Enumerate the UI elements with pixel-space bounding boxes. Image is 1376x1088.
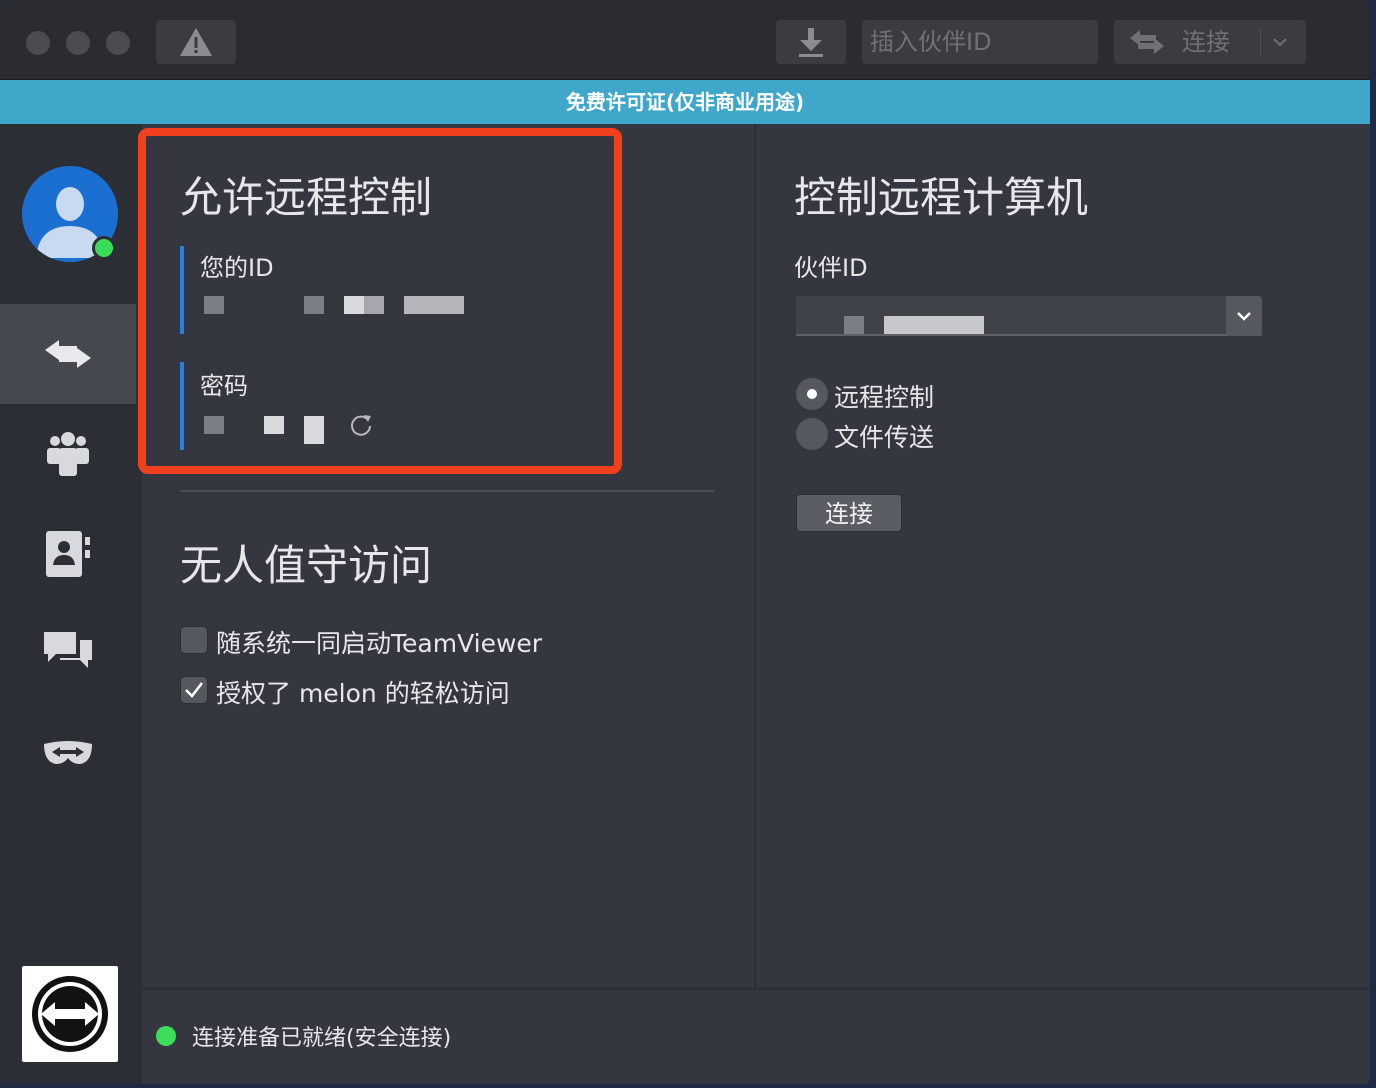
sidebar-item-meeting[interactable] (0, 404, 136, 504)
license-banner: 免费许可证(仅非商业用途) (0, 80, 1370, 124)
sidebar-item-remote-control[interactable] (0, 304, 136, 404)
group-icon (47, 432, 89, 476)
ar-glasses-icon (44, 741, 92, 764)
unattended-access-title: 无人值守访问 (180, 541, 433, 590)
connect-dropdown-divider (1260, 28, 1261, 56)
remote-control-label: 远程控制 (834, 383, 935, 412)
sidebar-item-augmented-reality[interactable] (0, 704, 136, 804)
chevron-down-icon (1237, 312, 1251, 321)
start-with-system-checkbox[interactable] (180, 626, 208, 654)
column-divider (754, 124, 756, 988)
connection-status-text: 连接准备已就绪(安全连接) (192, 1026, 452, 1051)
chevron-down-icon[interactable] (1272, 36, 1288, 48)
swap-arrows-icon (1130, 30, 1164, 54)
file-transfer-label: 文件传送 (834, 423, 935, 452)
zoom-window-button[interactable] (106, 31, 130, 55)
close-window-button[interactable] (26, 31, 50, 55)
sidebar-item-chat[interactable] (0, 604, 136, 704)
section-divider (180, 490, 714, 492)
swap-arrows-icon (45, 340, 91, 368)
sidebar-item-contacts[interactable] (0, 504, 136, 604)
partner-id-input[interactable]: 插入伙伴ID (862, 20, 1098, 64)
partner-id-dropdown-button[interactable] (1226, 296, 1262, 336)
minimize-window-button[interactable] (66, 31, 90, 55)
toolbar-connect-label: 连接 (1182, 28, 1230, 56)
checkmark-icon (185, 682, 203, 698)
teamviewer-window: 插入伙伴ID 连接 免费许可证(仅非商业用途) 允许远程控制 您的ID 密码 无… (0, 0, 1370, 1084)
online-status-dot (92, 236, 116, 260)
remote-control-radio[interactable] (796, 378, 828, 410)
warning-icon (180, 28, 212, 56)
chat-bubbles-icon (44, 632, 92, 668)
partner-id-label: 伙伴ID (794, 254, 868, 282)
connect-button[interactable]: 连接 (796, 494, 902, 532)
file-transfer-radio[interactable] (796, 418, 828, 450)
sidebar (0, 124, 136, 1084)
partner-id-combobox[interactable] (796, 296, 1262, 336)
download-button[interactable] (776, 20, 846, 64)
toolbar-connect-button[interactable]: 连接 (1114, 20, 1306, 64)
connection-status-dot (156, 1026, 176, 1046)
control-remote-computer-title: 控制远程计算机 (794, 173, 1089, 222)
footer-divider (142, 988, 1370, 990)
highlight-box (138, 128, 622, 474)
teamviewer-logo-icon (32, 976, 108, 1052)
title-bar: 插入伙伴ID 连接 (0, 0, 1370, 80)
warning-button[interactable] (156, 20, 236, 64)
easy-access-checkbox[interactable] (180, 676, 208, 704)
download-icon (799, 28, 823, 57)
easy-access-label: 授权了 melon 的轻松访问 (216, 679, 510, 708)
start-with-system-label: 随系统一同启动TeamViewer (216, 629, 543, 658)
teamviewer-logo[interactable] (22, 966, 118, 1062)
contact-book-icon (46, 531, 90, 577)
